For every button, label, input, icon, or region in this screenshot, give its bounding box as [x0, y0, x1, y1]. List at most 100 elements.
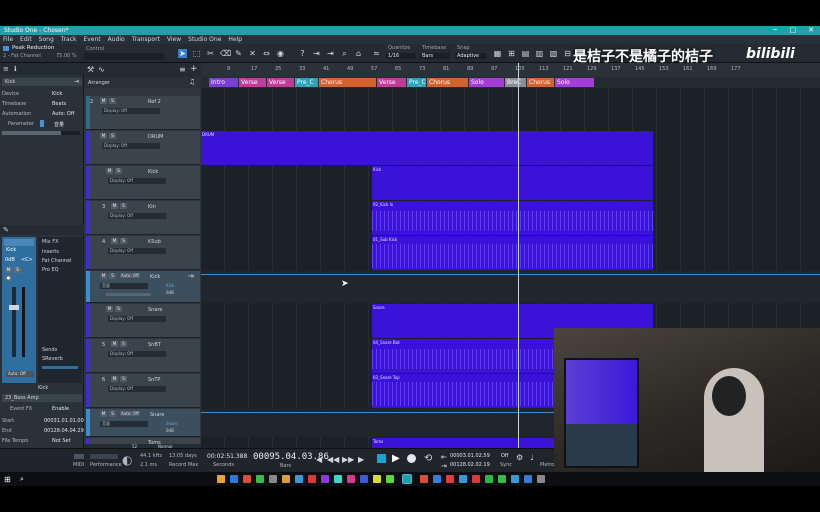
zoom-icon[interactable]: ⌕	[340, 49, 349, 58]
taskbar-app-icon[interactable]	[459, 475, 467, 483]
display-select[interactable]: Display: Off	[108, 351, 166, 357]
display-select[interactable]: Display: Off	[108, 213, 166, 219]
parameter-select[interactable]: 音量	[100, 421, 148, 427]
arranger-section[interactable]: Chorus	[319, 78, 376, 87]
track-row[interactable]: 6 M S SnTP Display: Off	[86, 374, 200, 408]
volume-fader-track[interactable]	[12, 287, 16, 357]
taskbar-studio-one-icon[interactable]	[402, 474, 412, 484]
display-select[interactable]: Display: Off	[102, 143, 160, 149]
channel-auto[interactable]: Auto: Off	[6, 371, 34, 377]
browse-icon[interactable]: ⊟	[563, 49, 572, 58]
solo-button[interactable]: S	[115, 306, 122, 312]
edit-view-icon[interactable]: ▧	[549, 49, 558, 58]
taskbar-app-icon[interactable]	[511, 475, 519, 483]
timebase-select[interactable]: Bars	[420, 53, 450, 59]
menu-file[interactable]: File	[3, 36, 13, 43]
parameter-slider[interactable]	[2, 131, 80, 135]
solo-button[interactable]: S	[120, 376, 127, 382]
taskbar-app-icon[interactable]	[334, 475, 342, 483]
track-name[interactable]: Kick	[150, 274, 160, 280]
solo-button[interactable]: S	[120, 203, 127, 209]
automation-track-row[interactable]: M S Auto: Off Kick ⇥ 音量 Kick 0dB	[86, 271, 200, 303]
mute-button[interactable]: M	[100, 411, 107, 417]
seconds-readout[interactable]: 00:02:51.388	[207, 453, 247, 460]
sync-value[interactable]: Off	[501, 453, 508, 459]
ripple-icon[interactable]: ▤	[521, 49, 530, 58]
arranger-section[interactable]: BreC	[505, 78, 526, 87]
mute-button[interactable]: M	[100, 133, 107, 139]
mute-button[interactable]: M	[111, 203, 118, 209]
minimize-button[interactable]: ─	[766, 26, 784, 34]
paint-tool-icon[interactable]: ✎	[234, 49, 243, 58]
menu-transport[interactable]: Transport	[132, 36, 160, 43]
channel-name-box[interactable]	[4, 239, 34, 246]
taskbar-app-icon[interactable]	[308, 475, 316, 483]
parameter-value[interactable]: 音量	[54, 121, 64, 128]
arranger-section[interactable]: Verse	[239, 78, 266, 87]
solo-button[interactable]: S	[120, 238, 127, 244]
arranger-section[interactable]: Chorus	[427, 78, 468, 87]
track-row[interactable]: M S DRUM Display: Off	[86, 131, 200, 165]
send-level[interactable]	[42, 366, 78, 369]
settings-gear-icon[interactable]: ⚙	[516, 453, 523, 462]
solo-button[interactable]: S	[109, 98, 116, 104]
taskbar-app-icon[interactable]	[295, 475, 303, 483]
menu-view[interactable]: View	[167, 36, 181, 43]
audio-clip[interactable]: 01_Sub Kick	[372, 236, 653, 270]
insert-fat-channel[interactable]: Fat Channel	[42, 258, 72, 264]
taskbar-app-icon[interactable]	[217, 475, 225, 483]
mute-button[interactable]: M	[111, 341, 118, 347]
zoom-level[interactable]: 52	[132, 444, 137, 449]
display-select[interactable]: Display: Off	[108, 248, 166, 254]
rewind-icon[interactable]: ◀◀	[327, 455, 339, 464]
arranger-section[interactable]: Intro	[209, 78, 238, 87]
taskbar-app-icon[interactable]	[433, 475, 441, 483]
taskbar-app-icon[interactable]	[230, 475, 238, 483]
solo-button[interactable]: S	[115, 168, 122, 174]
taskbar-app-icon[interactable]	[386, 475, 394, 483]
maximize-button[interactable]: □	[784, 26, 802, 34]
automation-line[interactable]	[201, 274, 820, 275]
windows-start-icon[interactable]: ⊞	[4, 475, 11, 484]
automation-expand-icon[interactable]: ⇥	[188, 272, 194, 280]
control-field[interactable]	[84, 53, 164, 60]
track-name[interactable]: Snare	[150, 412, 164, 418]
arranger-section[interactable]: Pre_C	[295, 78, 318, 87]
channel-edit-icon[interactable]: ✎	[3, 226, 9, 234]
menu-audio[interactable]: Audio	[108, 36, 125, 43]
track-row[interactable]: 5 M S SnBT Display: Off	[86, 339, 200, 373]
pan-readout[interactable]: <C>	[21, 257, 33, 263]
solo-button[interactable]: S	[109, 411, 116, 417]
track-row[interactable]: 4 M S KSub Display: Off	[86, 236, 200, 270]
arranger-section[interactable]: Chorus	[527, 78, 554, 87]
inspector-track-name[interactable]: Kick ⇥	[2, 78, 82, 86]
taskbar-app-icon[interactable]	[256, 475, 264, 483]
audio-clip[interactable]: DRUM	[201, 131, 653, 165]
performance-label[interactable]: Performance	[90, 462, 122, 468]
tempo-icon[interactable]: ♩	[530, 453, 534, 462]
audio-clip[interactable]: 02_Kick In	[372, 201, 653, 235]
volume-fader-handle[interactable]	[9, 305, 19, 310]
record-button[interactable]: ●	[5, 275, 12, 281]
solo-button[interactable]: S	[109, 273, 116, 279]
automation-curve-icon[interactable]: ∿	[98, 65, 105, 74]
record-button-icon[interactable]	[407, 454, 416, 463]
inserts-label[interactable]: Inserts	[42, 249, 59, 255]
arrow-tool-icon[interactable]: ➤	[178, 49, 187, 58]
start-value[interactable]: 00031.01.01.00	[44, 418, 84, 424]
eraser-tool-icon[interactable]: ⌫	[220, 49, 231, 58]
taskbar-app-icon[interactable]	[472, 475, 480, 483]
display-select[interactable]: Display: Off	[108, 178, 166, 184]
help-icon[interactable]: ?	[298, 49, 307, 58]
arranger-section[interactable]: Pre_C	[407, 78, 426, 87]
track-name[interactable]: DRUM	[148, 134, 163, 140]
menu-song[interactable]: Song	[39, 36, 54, 43]
solo-button[interactable]: S	[120, 341, 127, 347]
autoscroll-icon[interactable]: ⇥	[312, 49, 321, 58]
arranger-section[interactable]: Verse	[267, 78, 294, 87]
arranger-section[interactable]: Solo	[469, 78, 504, 87]
taskbar-app-icon[interactable]	[485, 475, 493, 483]
arranger-section[interactable]: Solo	[555, 78, 594, 87]
search-icon[interactable]: ⌕	[20, 475, 24, 484]
arranger-icon[interactable]: ♫	[189, 78, 195, 86]
